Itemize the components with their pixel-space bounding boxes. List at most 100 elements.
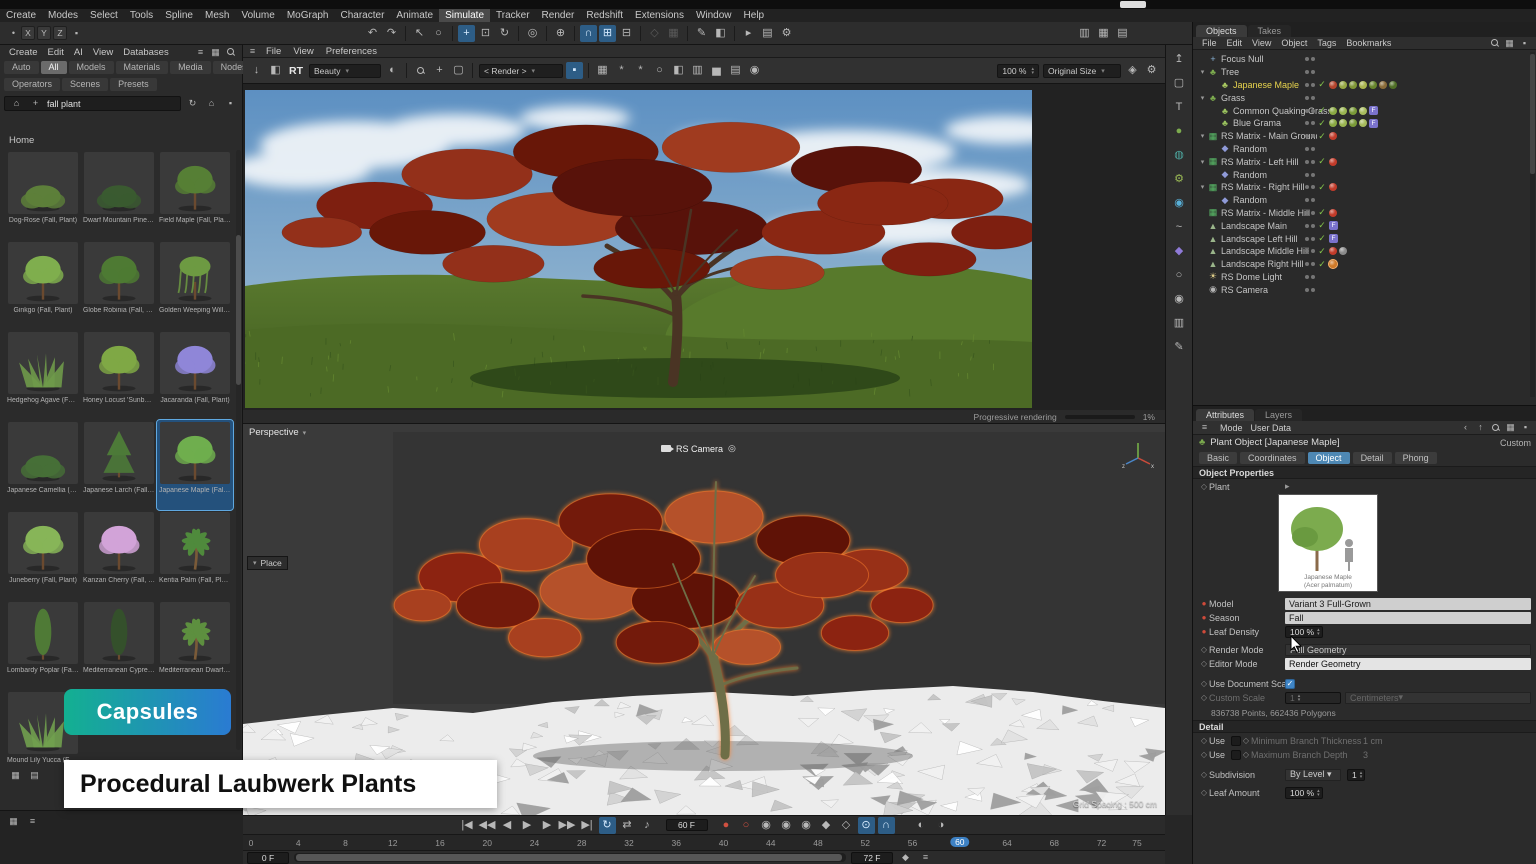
ruler-tick[interactable]: 64 xyxy=(1002,838,1011,848)
titlebar-tab[interactable] xyxy=(1120,1,1146,8)
rotate-icon[interactable]: ↻ xyxy=(496,25,513,42)
enabled-check-icon[interactable]: ✓ xyxy=(1317,233,1327,244)
visibility-dot[interactable] xyxy=(1311,83,1315,87)
menu-character[interactable]: Character xyxy=(335,9,391,22)
enabled-check-icon[interactable]: ✓ xyxy=(1317,259,1327,270)
stepper-icon[interactable]: ▴▾ xyxy=(1317,628,1320,636)
visibility-dot[interactable] xyxy=(1311,70,1315,74)
go-end-icon[interactable]: ▶| xyxy=(579,817,596,834)
gear-icon[interactable]: ⚙ xyxy=(1143,62,1160,79)
user-data-label[interactable]: User Data xyxy=(1251,423,1292,433)
object-name[interactable]: Landscape Left Hill xyxy=(1221,234,1298,244)
asset-tile-hedgehog-agave-fall-plant[interactable]: Hedgehog Agave (Fall, Plant) xyxy=(5,330,81,420)
object-name[interactable]: Landscape Right Hill xyxy=(1221,259,1304,269)
live-select-icon[interactable]: ○ xyxy=(430,25,447,42)
shape-icon[interactable]: ▢ xyxy=(1171,75,1188,92)
search-icon[interactable] xyxy=(1488,37,1501,50)
stepper-icon[interactable]: ▴▾ xyxy=(1360,771,1363,779)
visibility-dot[interactable] xyxy=(1311,288,1315,292)
ruler-tick[interactable]: 28 xyxy=(577,838,586,848)
refresh-icon[interactable]: ↻ xyxy=(186,97,199,110)
menu-spline[interactable]: Spline xyxy=(159,9,199,22)
cluster-icon[interactable]: ◍ xyxy=(1171,147,1188,164)
asset-tile-globe-robinia-fall-plant[interactable]: Globe Robinia (Fall, Plant) xyxy=(81,240,157,330)
histogram-icon[interactable]: ▅ xyxy=(708,62,725,79)
visibility-dot[interactable] xyxy=(1305,288,1309,292)
expander-icon[interactable]: ▾ xyxy=(1198,158,1207,166)
view-icon[interactable]: ▦ xyxy=(1503,37,1516,50)
animate-diamond-icon[interactable]: ◇ xyxy=(1199,788,1209,797)
object-manager-scrollbar-thumb[interactable] xyxy=(1530,54,1535,174)
animate-diamond-icon[interactable]: ◇ xyxy=(1199,750,1209,759)
menu-mograph[interactable]: MoGraph xyxy=(281,9,335,22)
attr-tab-layers[interactable]: Layers xyxy=(1255,409,1302,421)
expander-icon[interactable]: ▾ xyxy=(1198,183,1207,191)
enabled-check-icon[interactable]: ✓ xyxy=(1317,182,1327,193)
asset-tile-lombardy-poplar-fall-plant[interactable]: Lombardy Poplar (Fall, Plant) xyxy=(5,600,81,690)
asset-tile-juneberry-fall-plant[interactable]: Juneberry (Fall, Plant) xyxy=(5,510,81,600)
coords-icon[interactable]: ⊕ xyxy=(552,25,569,42)
animate-diamond-icon[interactable]: ◇ xyxy=(1199,482,1209,491)
axis-lock-y[interactable]: Y xyxy=(37,26,51,40)
view-grid-icon[interactable]: ▦ xyxy=(9,769,22,782)
ruler-tick[interactable]: 56 xyxy=(908,838,917,848)
fit-dropdown[interactable]: Original Size▾ xyxy=(1043,64,1121,78)
visibility-dot[interactable] xyxy=(1305,211,1309,215)
custom-label[interactable]: Custom xyxy=(1500,438,1531,448)
view-icon[interactable]: ▦ xyxy=(1504,421,1517,434)
visibility-dot[interactable] xyxy=(1311,185,1315,189)
nav-icon[interactable]: ↥ xyxy=(1171,51,1188,68)
asset-tile-field-maple-fall-plant[interactable]: Field Maple (Fall, Plant) xyxy=(157,150,233,240)
animate-diamond-icon[interactable]: ◇ xyxy=(1199,659,1209,668)
asset-search-field[interactable]: ⌂+fall plant xyxy=(4,96,181,111)
lock-icon[interactable]: ▪ xyxy=(1518,37,1531,50)
solo-a-icon[interactable]: ◐ xyxy=(913,817,930,834)
om-menu-tags[interactable]: Tags xyxy=(1312,37,1341,50)
om-tab-takes[interactable]: Takes xyxy=(1248,25,1292,37)
object-name[interactable]: Tree xyxy=(1221,67,1239,77)
paint-icon[interactable]: ✎ xyxy=(693,25,710,42)
expander-icon[interactable]: ▾ xyxy=(1198,68,1207,76)
material-swatch[interactable] xyxy=(1339,247,1347,255)
object-row-rs-matrix-right-hill[interactable]: ▾▦RS Matrix - Right Hill✓ xyxy=(1193,181,1536,194)
visibility-dot[interactable] xyxy=(1305,237,1309,241)
go-start-icon[interactable]: |◀ xyxy=(459,817,476,834)
visibility-dot[interactable] xyxy=(1311,275,1315,279)
asset-tile-dwarf-mountain-pine-fall-plant[interactable]: Dwarf Mountain Pine (Fall, Plant) xyxy=(81,150,157,240)
enabled-check-icon[interactable]: ✓ xyxy=(1317,156,1327,167)
asset-tile-golden-weeping-willow-fall-plant[interactable]: Golden Weeping Willow (Fall, Plant) xyxy=(157,240,233,330)
menu-help[interactable]: Help xyxy=(738,9,771,22)
ruler-tick[interactable]: 24 xyxy=(530,838,539,848)
material-swatch[interactable] xyxy=(1339,119,1347,127)
enabled-check-icon[interactable]: ✓ xyxy=(1317,131,1327,142)
prev-key-icon[interactable]: ◀◀ xyxy=(479,817,496,834)
visibility-dot[interactable] xyxy=(1311,121,1315,125)
panel-icon[interactable]: ▤ xyxy=(1114,25,1131,42)
next-key-icon[interactable]: ▶▶ xyxy=(559,817,576,834)
plant-row[interactable]: ◇Plant▸ xyxy=(1193,480,1536,493)
record-keyframe-icon[interactable]: ● xyxy=(718,817,735,834)
record-position-icon[interactable]: ◉ xyxy=(758,817,775,834)
place-tool-popup[interactable]: ▾ Place xyxy=(247,556,288,570)
visibility-dot[interactable] xyxy=(1311,198,1315,202)
animate-diamond-icon[interactable]: ◇ xyxy=(1241,750,1251,759)
plant-preview-thumbnail[interactable]: Japanese Maple(Acer palmatum) xyxy=(1278,494,1378,592)
circle-dd-icon[interactable]: ○ xyxy=(651,62,668,79)
enabled-check-icon[interactable]: ✓ xyxy=(1317,105,1327,116)
object-name[interactable]: RS Matrix - Left Hill xyxy=(1221,157,1299,167)
snowflake-icon[interactable]: * xyxy=(613,62,630,79)
range-end-field[interactable]: 72 F xyxy=(851,852,893,864)
ruler-tick[interactable]: 72 xyxy=(1097,838,1106,848)
object-name[interactable]: RS Camera xyxy=(1221,285,1268,295)
axis-gizmo[interactable]: xz xyxy=(1121,438,1155,475)
camera-toggle-icon[interactable]: ◎ xyxy=(728,443,736,454)
asset-tile-japanese-maple-fall-plant[interactable]: Japanese Maple (Fall, Plant) xyxy=(157,420,233,510)
animate-diamond-icon[interactable]: ◇ xyxy=(1241,736,1251,745)
attr-otab-basic[interactable]: Basic xyxy=(1199,452,1237,464)
channel-icon[interactable]: ◐ xyxy=(384,62,401,79)
dropdown-editor-mode[interactable]: Render Geometry xyxy=(1285,658,1531,670)
field-icon[interactable]: ◉ xyxy=(1171,195,1188,212)
plus-icon[interactable]: + xyxy=(29,97,42,110)
field-tag[interactable]: F xyxy=(1369,119,1378,128)
visibility-dot[interactable] xyxy=(1311,57,1315,61)
